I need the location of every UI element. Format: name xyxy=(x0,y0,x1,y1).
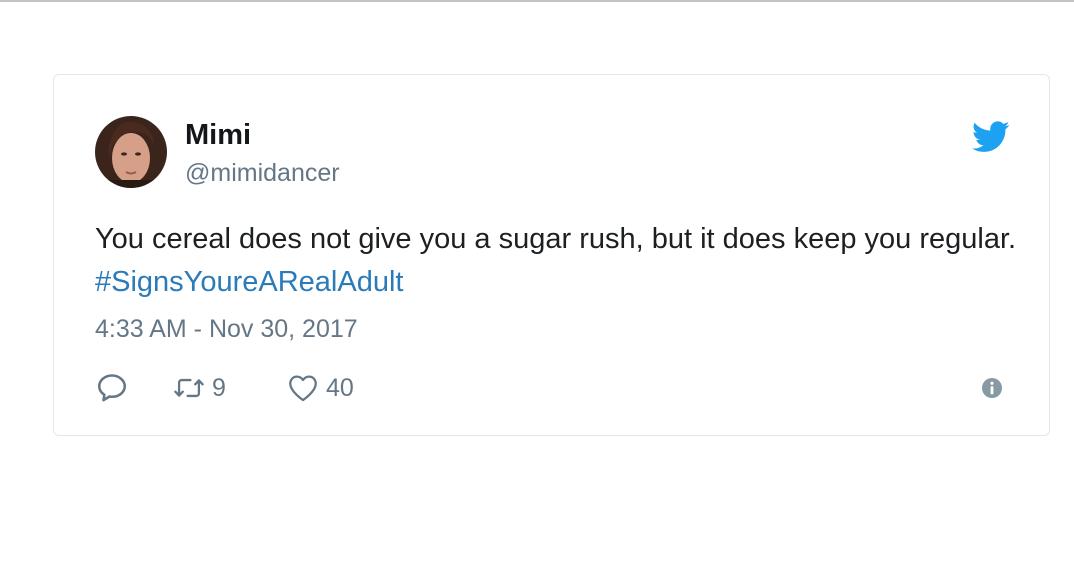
retweet-icon xyxy=(172,371,206,405)
retweet-button[interactable]: 9 xyxy=(172,371,226,405)
author-handle[interactable]: @mimidancer xyxy=(185,159,340,188)
avatar[interactable] xyxy=(95,116,167,188)
page-top-divider xyxy=(0,0,1074,2)
hashtag-link[interactable]: #SignsYoureARealAdult xyxy=(95,266,403,298)
like-button[interactable]: 40 xyxy=(286,371,354,405)
reply-icon xyxy=(95,371,129,405)
reply-button[interactable] xyxy=(95,371,129,405)
embedded-tweet-card[interactable]: Mimi @mimidancer You cereal does not giv… xyxy=(53,74,1050,436)
tweet-timestamp[interactable]: 4:33 AM - Nov 30, 2017 xyxy=(95,315,358,344)
info-icon[interactable] xyxy=(981,377,1003,399)
tweet-text: You cereal does not give you a sugar rus… xyxy=(95,218,1025,304)
heart-icon xyxy=(286,371,320,405)
author-name[interactable]: Mimi xyxy=(185,119,251,152)
retweet-count: 9 xyxy=(212,373,226,402)
like-count: 40 xyxy=(326,373,354,402)
twitter-bird-icon[interactable] xyxy=(972,121,1010,153)
tweet-body: You cereal does not give you a sugar rus… xyxy=(95,223,1017,255)
